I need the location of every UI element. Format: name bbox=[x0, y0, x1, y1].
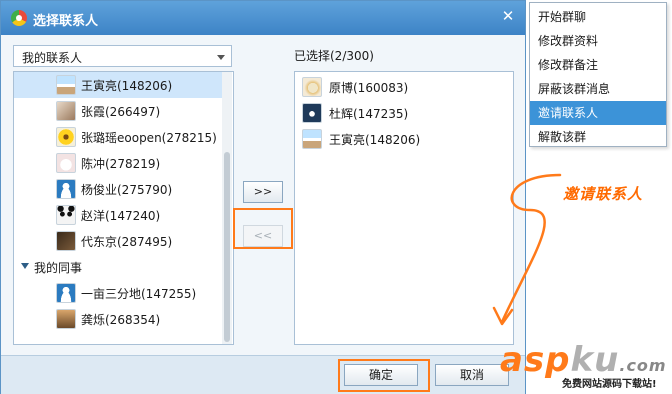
selected-contact-row[interactable]: 原博(160083) bbox=[295, 74, 503, 100]
cancel-button[interactable]: 取消 bbox=[435, 364, 509, 386]
menu-item-start-group-chat[interactable]: 开始群聊 bbox=[530, 5, 666, 29]
contact-name: 杨俊业(275790) bbox=[81, 183, 173, 197]
contact-group-header[interactable]: 我的同事 bbox=[14, 254, 222, 280]
chevron-down-icon[interactable] bbox=[217, 55, 225, 60]
group-context-menu: 开始群聊 修改群资料 修改群备注 屏蔽该群消息 邀请联系人 解散该群 bbox=[529, 2, 667, 147]
confirm-button[interactable]: 确定 bbox=[344, 364, 418, 386]
scrollbar[interactable] bbox=[222, 72, 232, 344]
contact-name: 张璐瑶eoopen(278215) bbox=[81, 131, 217, 145]
dialog-title: 选择联系人 bbox=[33, 14, 99, 29]
dialog-body: 我的联系人 王寅亮(148206) 张霞(266497) 张璐瑶eoopen(2… bbox=[1, 35, 525, 355]
contact-row[interactable]: 赵洋(147240) bbox=[14, 202, 222, 228]
contact-row[interactable]: 张璐瑶eoopen(278215) bbox=[14, 124, 222, 150]
contact-name: 龚烁(268354) bbox=[81, 313, 161, 327]
contact-name: 王寅亮(148206) bbox=[329, 133, 421, 147]
contact-name: 杜辉(147235) bbox=[329, 107, 409, 121]
selected-contact-list[interactable]: 原博(160083) 杜辉(147235) 王寅亮(148206) bbox=[294, 71, 514, 345]
avatar bbox=[302, 129, 322, 149]
menu-item-edit-group-remark[interactable]: 修改群备注 bbox=[530, 53, 666, 77]
menu-item-dissolve-group[interactable]: 解散该群 bbox=[530, 125, 666, 149]
contact-group-select-value: 我的联系人 bbox=[22, 51, 83, 65]
contact-name: 一亩三分地(147255) bbox=[81, 287, 197, 301]
contact-name: 原博(160083) bbox=[329, 81, 409, 95]
avatar bbox=[56, 205, 76, 225]
avatar bbox=[56, 283, 76, 303]
selected-contact-row[interactable]: 王寅亮(148206) bbox=[295, 126, 503, 152]
avatar bbox=[302, 77, 322, 97]
contact-row[interactable]: 张霞(266497) bbox=[14, 98, 222, 124]
avatar bbox=[56, 179, 76, 199]
contact-name: 代东京(287495) bbox=[81, 235, 173, 249]
avatar bbox=[302, 103, 322, 123]
contact-name: 王寅亮(148206) bbox=[81, 79, 173, 93]
title-bar[interactable]: 选择联系人 ✕ bbox=[1, 1, 525, 35]
contact-row[interactable]: 代东京(287495) bbox=[14, 228, 222, 254]
contact-name: 陈冲(278219) bbox=[81, 157, 161, 171]
contact-row[interactable]: 一亩三分地(147255) bbox=[14, 280, 222, 306]
selected-contact-row[interactable]: 杜辉(147235) bbox=[295, 100, 503, 126]
selected-count-label: 已选择(2/300) bbox=[294, 49, 374, 63]
app-logo-icon bbox=[11, 10, 27, 26]
menu-item-mute-group[interactable]: 屏蔽该群消息 bbox=[530, 77, 666, 101]
watermark-tagline: 免费网站源码下载站! bbox=[562, 379, 657, 390]
avatar bbox=[56, 127, 76, 147]
contact-list[interactable]: 王寅亮(148206) 张霞(266497) 张璐瑶eoopen(278215)… bbox=[13, 71, 234, 345]
contact-row[interactable]: 陈冲(278219) bbox=[14, 150, 222, 176]
annotation-label: 邀请联系人 bbox=[563, 185, 644, 203]
avatar bbox=[56, 309, 76, 329]
contact-name: 张霞(266497) bbox=[81, 105, 161, 119]
avatar bbox=[56, 231, 76, 251]
contact-row[interactable]: 王寅亮(148206) bbox=[14, 72, 222, 98]
avatar bbox=[56, 75, 76, 95]
contact-group-name: 我的同事 bbox=[34, 261, 83, 275]
scrollbar-thumb[interactable] bbox=[224, 152, 230, 342]
remove-contact-button[interactable]: << bbox=[243, 225, 283, 247]
avatar bbox=[56, 101, 76, 121]
annotation-arrow-icon bbox=[492, 173, 562, 326]
contact-group-select[interactable]: 我的联系人 bbox=[13, 45, 232, 67]
select-contacts-dialog: 选择联系人 ✕ 我的联系人 王寅亮(148206) 张霞(266497) 张璐瑶… bbox=[0, 0, 526, 394]
avatar bbox=[56, 153, 76, 173]
contact-row[interactable]: 杨俊业(275790) bbox=[14, 176, 222, 202]
close-icon[interactable]: ✕ bbox=[496, 6, 520, 26]
watermark-logo: aspku.com bbox=[500, 340, 667, 380]
menu-item-edit-group-info[interactable]: 修改群资料 bbox=[530, 29, 666, 53]
dialog-footer: 确定 取消 bbox=[1, 355, 525, 394]
add-contact-button[interactable]: >> bbox=[243, 181, 283, 203]
contact-row[interactable]: 龚烁(268354) bbox=[14, 306, 222, 332]
contact-name: 赵洋(147240) bbox=[81, 209, 161, 223]
menu-item-invite-contacts[interactable]: 邀请联系人 bbox=[530, 101, 666, 125]
expand-triangle-icon[interactable] bbox=[21, 263, 29, 269]
